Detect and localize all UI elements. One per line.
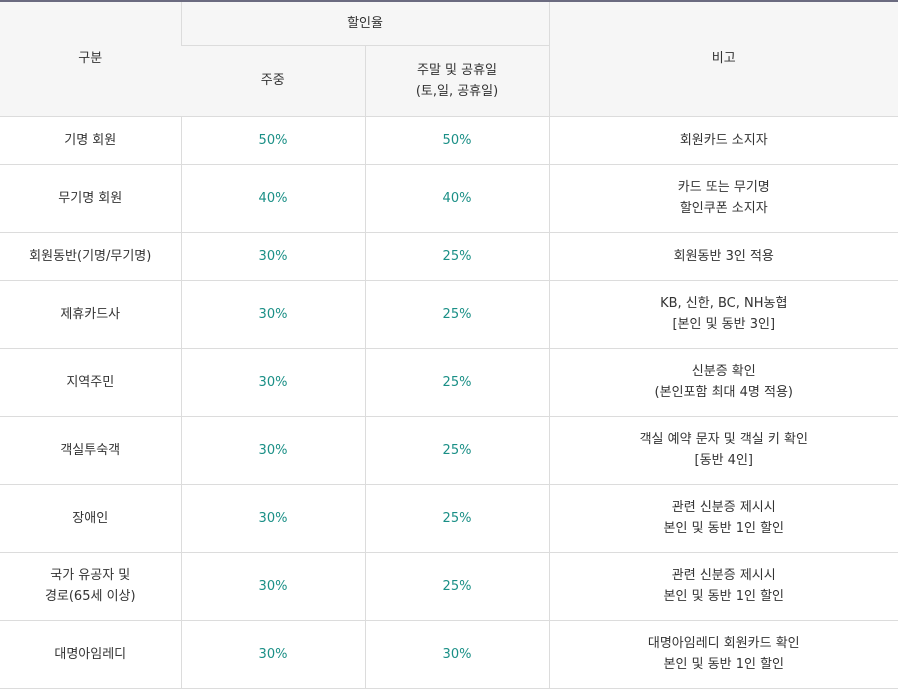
- row-note: 회원카드 소지자: [548, 116, 898, 165]
- row-note: 카드 또는 무기명할인쿠폰 소지자: [548, 164, 898, 233]
- row-category: 회원동반(기명/무기명): [0, 232, 181, 281]
- row-category-line1: 회원동반(기명/무기명): [29, 248, 152, 264]
- row-note-line2: 본인 및 동반 1인 할인: [663, 657, 784, 672]
- row-weekend-rate: 25%: [364, 348, 550, 417]
- row-category-line1: 무기명 회원: [58, 190, 123, 206]
- row-category-line1: 제휴카드사: [60, 306, 121, 322]
- row-note: 회원동반 3인 적용: [548, 232, 898, 281]
- row-note-line2: [본인 및 동반 3인]: [672, 317, 776, 332]
- row-weekend-rate: 25%: [364, 484, 550, 553]
- row-note-line1: 회원동반 3인 적용: [673, 248, 774, 264]
- row-category: 장애인: [0, 484, 181, 553]
- row-note-line1: 회원카드 소지자: [679, 132, 768, 148]
- row-weekend-rate: 30%: [364, 620, 550, 689]
- row-note-line1: 관련 신분증 제시시: [671, 568, 776, 583]
- row-category: 무기명 회원: [0, 164, 181, 233]
- row-weekday-rate: 30%: [180, 280, 365, 349]
- header-category: 구분: [0, 1, 181, 117]
- row-note: 객실 예약 문자 및 객실 키 확인 [동반 4인]: [548, 416, 898, 485]
- table-row: 무기명 회원 40% 40% 카드 또는 무기명 할인쿠폰 소지자: [0, 164, 898, 233]
- row-weekend-rate: 40%: [364, 164, 550, 233]
- row-category-line1: 기명 회원: [64, 132, 117, 148]
- row-weekend-rate: 25%: [364, 416, 550, 485]
- header-weekend-line1: 주말 및 공휴일: [416, 62, 498, 78]
- discount-table: 구분 할인율 비고 주중 주말 및 공휴일 (토,일, 공휴일) 기명 회원 50…: [0, 0, 898, 689]
- table-row: 회원동반(기명/무기명) 30% 25% 회원동반 3인 적용: [0, 232, 898, 281]
- table-row: 장애인 30% 25% 관련 신분증 제시시 본인 및 동반 1인 할인: [0, 484, 898, 553]
- header-weekday: 주중: [181, 45, 365, 117]
- row-category-line1: 객실투숙객: [60, 442, 121, 458]
- row-category: 국가 유공자 및경로(65세 이상): [0, 552, 181, 621]
- header-note: 비고: [548, 1, 898, 117]
- row-weekday-rate: 50%: [180, 116, 365, 165]
- row-note: 대명아임레디 회원카드 확인본인 및 동반 1인 할인: [548, 620, 898, 689]
- row-category: 대명아임레디: [0, 620, 181, 689]
- row-weekday-rate: 30%: [180, 484, 365, 553]
- row-note-line2: 본인 및 동반 1인 할인: [663, 589, 784, 604]
- row-category: 객실투숙객: [0, 416, 181, 485]
- row-category: 제휴카드사: [0, 280, 181, 349]
- row-category-line1: 대명아임레디: [54, 646, 127, 662]
- row-category: 지역주민: [0, 348, 181, 417]
- row-category: 기명 회원: [0, 116, 181, 165]
- table-row: 지역주민 30% 25% 신분증 확인 (본인포함 최대 4명 적용): [0, 348, 898, 417]
- table-row: 국가 유공자 및 경로(65세 이상) 30% 25% 관련 신분증 제시시 본인 및 동…: [0, 552, 898, 621]
- row-note-line1: 카드 또는 무기명: [677, 180, 770, 195]
- table-row: 객실투숙객 30% 25% 객실 예약 문자 및 객실 키 확인 [동반 4인]: [0, 416, 898, 485]
- row-note: KB, 신한, BC, NH농협 [본인 및 동반 3인]: [548, 280, 898, 349]
- row-note-line1: 객실 예약 문자 및 객실 키 확인: [639, 432, 808, 447]
- row-note-line1: KB, 신한, BC, NH농협: [660, 296, 788, 311]
- row-note: 관련 신분증 제시시본인 및 동반 1인 할인: [548, 484, 898, 553]
- table-row: 제휴카드사 30% 25% KB, 신한, BC, NH농협 [본인 및 동반 3인]: [0, 280, 898, 349]
- header-weekend-line2: (토,일, 공휴일): [415, 83, 499, 99]
- row-weekday-rate: 30%: [180, 348, 365, 417]
- row-note-line2: 본인 및 동반 1인 할인: [663, 521, 784, 536]
- table-header: 구분 할인율 비고 주중 주말 및 공휴일 (토,일, 공휴일): [0, 1, 898, 117]
- row-weekday-rate: 30%: [180, 552, 365, 621]
- row-note: 신분증 확인 (본인포함 최대 4명 적용): [548, 348, 898, 417]
- row-category-line1: 장애인: [72, 510, 109, 526]
- table-body: 기명 회원 50% 50% 회원카드 소지자 무기명 회원 40% 40% 카드 또는 무기명…: [0, 116, 898, 689]
- row-category-line1: 국가 유공자 및: [50, 568, 131, 583]
- row-category-line1: 지역주민: [66, 374, 115, 390]
- row-weekend-rate: 25%: [364, 552, 550, 621]
- row-weekday-rate: 40%: [180, 164, 365, 233]
- row-note-line2: (본인포함 최대 4명 적용): [654, 385, 793, 400]
- row-note-line1: 관련 신분증 제시시: [671, 500, 776, 515]
- header-weekend: 주말 및 공휴일 (토,일, 공휴일): [364, 45, 550, 117]
- row-weekday-rate: 30%: [180, 232, 365, 281]
- header-discount-rate: 할인율: [180, 1, 550, 46]
- row-weekday-rate: 30%: [180, 620, 365, 689]
- row-note-line2: 할인쿠폰 소지자: [679, 201, 768, 216]
- row-weekday-rate: 30%: [180, 416, 365, 485]
- row-weekend-rate: 50%: [364, 116, 550, 165]
- row-weekend-rate: 25%: [364, 280, 550, 349]
- row-note-line1: 신분증 확인: [691, 364, 756, 379]
- row-weekend-rate: 25%: [364, 232, 550, 281]
- row-category-line2: 경로(65세 이상): [44, 589, 136, 604]
- table-row: 기명 회원 50% 50% 회원카드 소지자: [0, 116, 898, 165]
- table-row: 대명아임레디 30% 30% 대명아임레디 회원카드 확인 본인 및 동반 1인 할인: [0, 620, 898, 689]
- row-note: 관련 신분증 제시시본인 및 동반 1인 할인: [548, 552, 898, 621]
- row-note-line2: [동반 4인]: [694, 453, 753, 468]
- row-note-line1: 대명아임레디 회원카드 확인: [647, 636, 800, 651]
